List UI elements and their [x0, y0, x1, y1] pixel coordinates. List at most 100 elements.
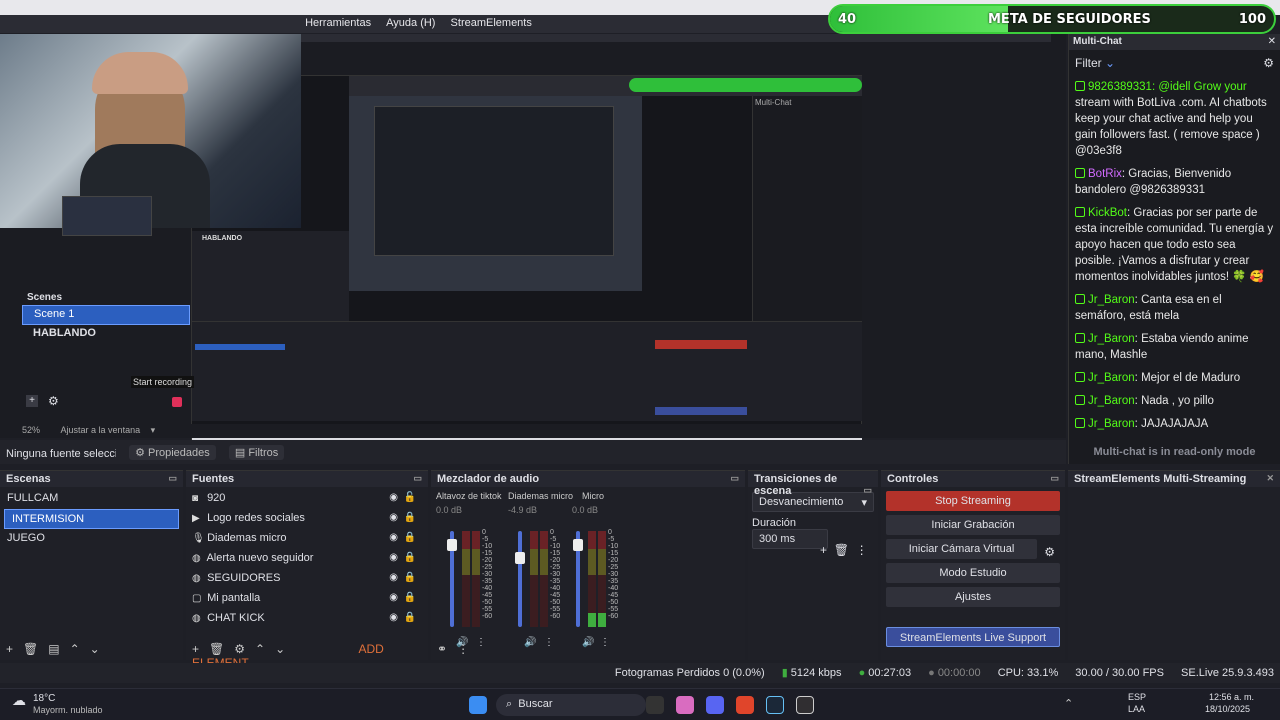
discord-icon[interactable] — [706, 696, 724, 714]
tray-chevron-icon[interactable]: ⌃ — [1064, 697, 1073, 710]
add-icon[interactable]: + — [192, 642, 199, 656]
unlock-icon[interactable]: 🔓 — [404, 492, 416, 503]
menu-ayuda[interactable]: Ayuda (H) — [380, 15, 441, 31]
eye-icon[interactable]: ◉ — [389, 512, 398, 523]
status-bar: Fotogramas Perdidos 0 (0.0%) ▮ 5124 kbps … — [0, 663, 1280, 683]
link-icon[interactable]: ⚭ — [437, 642, 447, 656]
add-scene-icon[interactable]: + — [26, 395, 38, 407]
eye-icon[interactable]: ◉ — [389, 572, 398, 583]
taskbar-search[interactable]: ⌕ Buscar — [496, 694, 646, 716]
properties-button[interactable]: ⚙ Propiedades — [129, 445, 216, 460]
arrow-up-icon[interactable]: ⌃ — [255, 642, 265, 656]
language-region[interactable]: LAA — [1128, 704, 1145, 714]
volume-knob[interactable] — [515, 552, 525, 564]
source-item[interactable]: ◍ Alerta nuevo seguidor ◉ 🔒 — [186, 549, 428, 569]
zoom-level[interactable]: 52% — [22, 425, 40, 435]
scenes-toolbar: + 🗑 ▤ ⌃ ⌄ — [0, 640, 183, 660]
scene-item[interactable]: FULLCAM — [0, 489, 183, 509]
source-item[interactable]: ▢ Mi pantalla ◉ 🔒 — [186, 589, 428, 609]
more-icon[interactable]: ⋮ — [856, 543, 868, 557]
dock-undock-icon[interactable]: ▭ — [168, 473, 177, 484]
close-icon[interactable]: ✕ — [1266, 473, 1274, 484]
volume-slider[interactable] — [573, 531, 583, 627]
lock-icon[interactable]: 🔒 — [404, 552, 416, 563]
dock-undock-icon[interactable]: ▭ — [730, 473, 739, 484]
brave-icon[interactable] — [736, 696, 754, 714]
volume-knob[interactable] — [447, 539, 457, 552]
filters-button[interactable]: ▤ Filtros — [228, 445, 285, 460]
vcam-row: Iniciar Cámara Virtual ⚙ — [881, 539, 1065, 559]
trash-icon[interactable]: 🗑 — [834, 543, 849, 557]
eye-icon[interactable]: ◉ — [389, 532, 398, 543]
eye-icon[interactable]: ◉ — [389, 552, 398, 563]
record-icon[interactable] — [172, 397, 182, 407]
volume-slider[interactable] — [515, 531, 525, 627]
preview-scene-item[interactable]: Scene 1 — [22, 305, 190, 325]
weather-temp[interactable]: 18°C — [33, 693, 55, 704]
filter-icon[interactable]: ▤ — [48, 642, 59, 656]
copilot-icon[interactable] — [676, 696, 694, 714]
kick-icon — [1075, 372, 1085, 382]
source-item[interactable]: 🎙 Diademas micro ◉ 🔒 — [186, 529, 428, 549]
windows-start-icon[interactable] — [469, 696, 487, 714]
language-code[interactable]: ESP — [1128, 692, 1146, 702]
gear-icon[interactable]: ⚙ — [1044, 545, 1055, 559]
studio-mode-button[interactable]: Modo Estudio — [886, 563, 1060, 583]
preview-area[interactable]: Multi-Chat HABLANDO Scenes Scene 1 HABLA… — [0, 34, 1066, 452]
close-icon[interactable]: ✕ — [1268, 36, 1276, 47]
preview-scene-item[interactable]: HABLANDO — [22, 325, 190, 345]
lock-icon[interactable]: 🔒 — [404, 572, 416, 583]
more-icon[interactable]: ⋮ — [457, 642, 469, 656]
steam-icon[interactable] — [766, 696, 784, 714]
filter-dropdown[interactable]: Filter — [1075, 56, 1102, 70]
start-recording-button[interactable]: Iniciar Grabación — [886, 515, 1060, 535]
live-support-button[interactable]: StreamElements Live Support — [886, 627, 1060, 647]
weather-desc[interactable]: Mayorm. nublado — [33, 705, 103, 715]
menu-herramientas[interactable]: Herramientas — [299, 15, 377, 31]
eye-icon[interactable]: ◉ — [389, 592, 398, 603]
chevron-down-icon[interactable]: ⌄ — [1105, 56, 1115, 70]
caret-down-icon[interactable]: ▾ — [151, 425, 156, 435]
volume-slider[interactable] — [447, 531, 457, 627]
dock-undock-icon[interactable]: ▭ — [863, 485, 872, 496]
arrow-down-icon[interactable]: ⌄ — [275, 642, 285, 656]
clock-date[interactable]: 18/10/2025 — [1205, 704, 1250, 714]
arrow-down-icon[interactable]: ⌄ — [90, 642, 100, 656]
eye-icon[interactable]: ◉ — [389, 492, 398, 503]
menu-streamelements[interactable]: StreamElements — [445, 15, 538, 31]
volume-knob[interactable] — [573, 539, 583, 552]
scene-item[interactable]: INTERMISION — [4, 509, 179, 529]
settings-gear-icon[interactable]: ⚙ — [1263, 56, 1274, 70]
settings-button[interactable]: Ajustes — [886, 587, 1060, 607]
start-virtual-camera-button[interactable]: Iniciar Cámara Virtual — [886, 539, 1037, 559]
dock-undock-icon[interactable]: ▭ — [413, 473, 422, 484]
trash-icon[interactable]: 🗑 — [23, 642, 38, 656]
stop-streaming-button[interactable]: Stop Streaming — [886, 491, 1060, 511]
clock-time[interactable]: 12:56 a. m. — [1209, 692, 1254, 702]
fit-to-window[interactable]: Ajustar a la ventana — [61, 425, 141, 435]
add-icon[interactable]: + — [820, 543, 827, 557]
weather-icon[interactable]: ☁ — [12, 692, 26, 709]
gear-icon[interactable]: ⚙ — [48, 394, 59, 408]
source-item[interactable]: ▶ Logo redes sociales ◉ 🔒 — [186, 509, 428, 529]
source-item[interactable]: ◍ SEGUIDORES ◉ 🔒 — [186, 569, 428, 589]
scene-item[interactable]: JUEGO — [0, 529, 183, 549]
task-view-icon[interactable] — [646, 696, 664, 714]
trash-icon[interactable]: 🗑 — [209, 642, 224, 656]
lock-icon[interactable]: 🔒 — [404, 592, 416, 603]
arrow-up-icon[interactable]: ⌃ — [70, 642, 80, 656]
add-icon[interactable]: + — [6, 642, 13, 656]
lock-icon[interactable]: 🔒 — [404, 532, 416, 543]
dock-undock-icon[interactable]: ▭ — [1050, 473, 1059, 484]
duration-input[interactable]: 300 ms — [752, 529, 828, 549]
eye-icon[interactable]: ◉ — [389, 612, 398, 623]
lock-icon[interactable]: 🔒 — [404, 612, 416, 623]
kick-icon — [1075, 395, 1085, 405]
chat-message: Jr_Baron: Canta esa en el semáforo, está… — [1075, 294, 1222, 322]
obs-icon[interactable] — [796, 696, 814, 714]
meter-level — [588, 612, 596, 627]
lock-icon[interactable]: 🔒 — [404, 512, 416, 523]
source-item[interactable]: ◙ 920 ◉ 🔓 — [186, 489, 428, 509]
source-item[interactable]: ◍ CHAT KICK ◉ 🔒 — [186, 609, 428, 629]
gear-icon[interactable]: ⚙ — [234, 642, 245, 656]
